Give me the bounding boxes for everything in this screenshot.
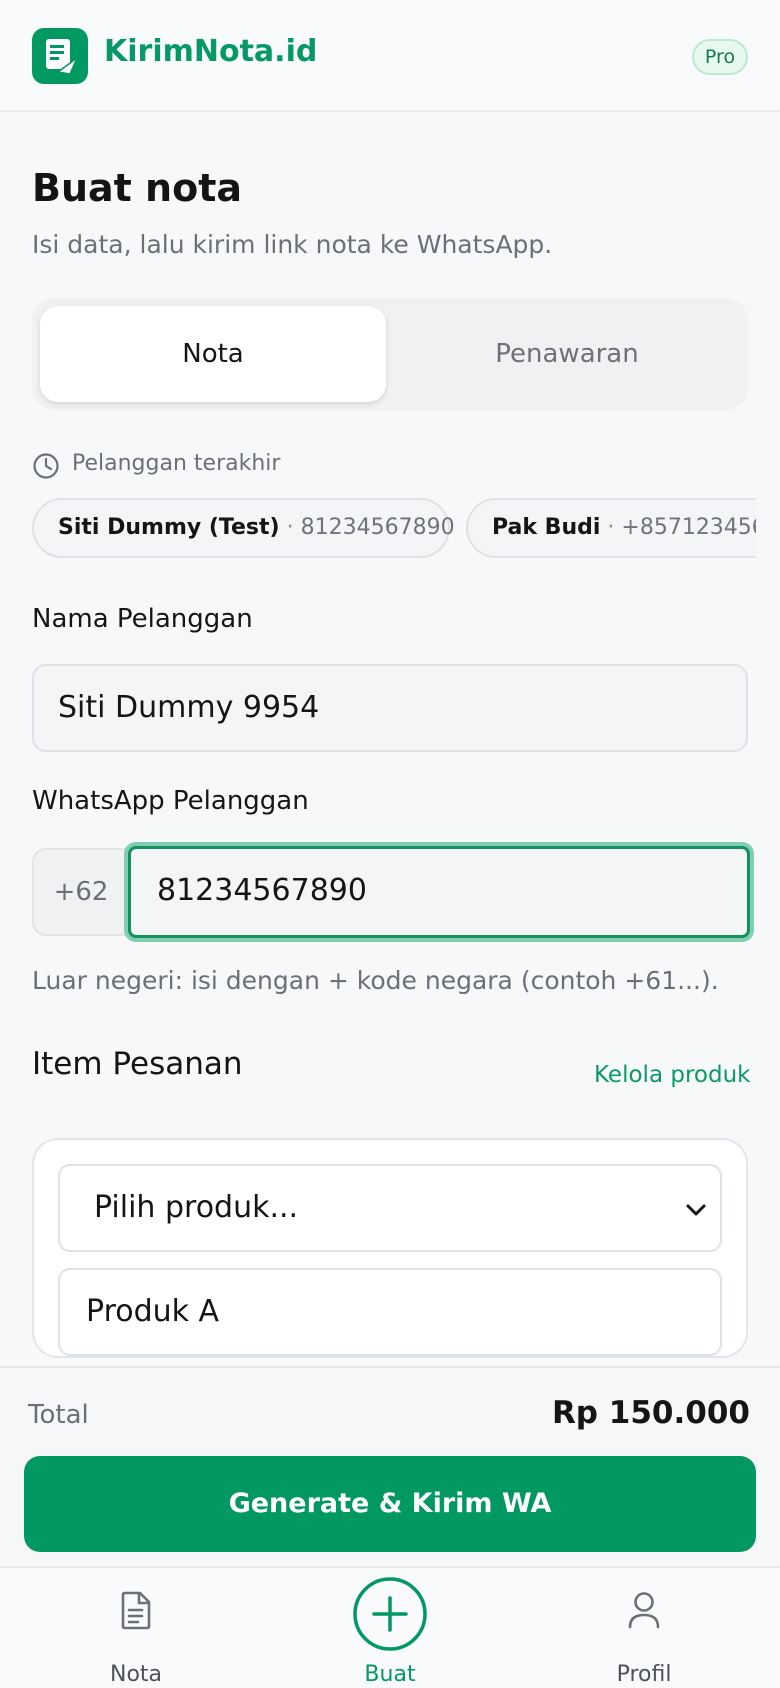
tab-penawaran[interactable]: Penawaran (394, 306, 740, 402)
product-select-value: Pilih produk... (94, 1190, 299, 1225)
chip-name: Pak Budi (492, 515, 601, 540)
total-label: Total (28, 1400, 89, 1430)
chip-phone: +8571234567 (621, 515, 756, 540)
customer-name-input[interactable]: Siti Dummy 9954 (32, 664, 748, 752)
page-title: Buat nota (32, 166, 243, 210)
recent-customers-list: Siti Dummy (Test) · 81234567890 Pak Budi… (32, 498, 756, 558)
document-icon (121, 1591, 151, 1630)
whatsapp-input[interactable]: 81234567890 (128, 846, 750, 938)
whatsapp-hint: Luar negeri: isi dengan + kode negara (c… (32, 966, 719, 995)
nav-item-profil[interactable]: Profil (544, 1566, 744, 1688)
chip-name: Siti Dummy (Test) (58, 515, 280, 540)
customer-name-label: Nama Pelanggan (32, 604, 253, 634)
chip-separator: · (607, 515, 615, 540)
app-header: KirimNota.id Pro (0, 0, 780, 112)
user-icon (628, 1592, 660, 1629)
nav-item-nota[interactable]: Nota (36, 1566, 236, 1688)
country-code-prefix: +62 (32, 848, 130, 936)
manage-products-link[interactable]: Kelola produk (594, 1062, 750, 1088)
clock-icon (33, 453, 59, 479)
page-subtitle: Isi data, lalu kirim link nota ke WhatsA… (32, 230, 553, 259)
chip-separator: · (286, 515, 294, 540)
nav-label: Buat (364, 1662, 416, 1687)
logo-icon[interactable] (32, 28, 88, 84)
tab-nota[interactable]: Nota (40, 306, 386, 402)
generate-send-button[interactable]: Generate & Kirim WA (24, 1456, 756, 1552)
chip-phone: 81234567890 (300, 515, 455, 540)
nav-item-buat[interactable]: Buat (290, 1566, 490, 1688)
recent-customer-chip[interactable]: Pak Budi · +8571234567 (466, 498, 756, 558)
nav-label: Nota (109, 1662, 163, 1687)
whatsapp-label: WhatsApp Pelanggan (32, 786, 309, 816)
pro-badge: Pro (692, 39, 748, 75)
product-select[interactable]: Pilih produk... (58, 1164, 722, 1252)
chevron-down-icon (686, 1204, 706, 1216)
total-value: Rp 150.000 (551, 1395, 750, 1431)
product-name-input[interactable]: Produk A (58, 1268, 722, 1356)
plus-circle-icon (353, 1577, 427, 1651)
recent-customer-chip[interactable]: Siti Dummy (Test) · 81234567890 (32, 498, 455, 558)
recent-customers-text: Pelanggan terakhir (72, 451, 281, 476)
brand-name[interactable]: KirimNota.id (104, 34, 317, 69)
nav-label: Profil (616, 1662, 672, 1687)
type-tabs: Nota Penawaran (32, 298, 748, 410)
items-section-title: Item Pesanan (32, 1046, 243, 1082)
